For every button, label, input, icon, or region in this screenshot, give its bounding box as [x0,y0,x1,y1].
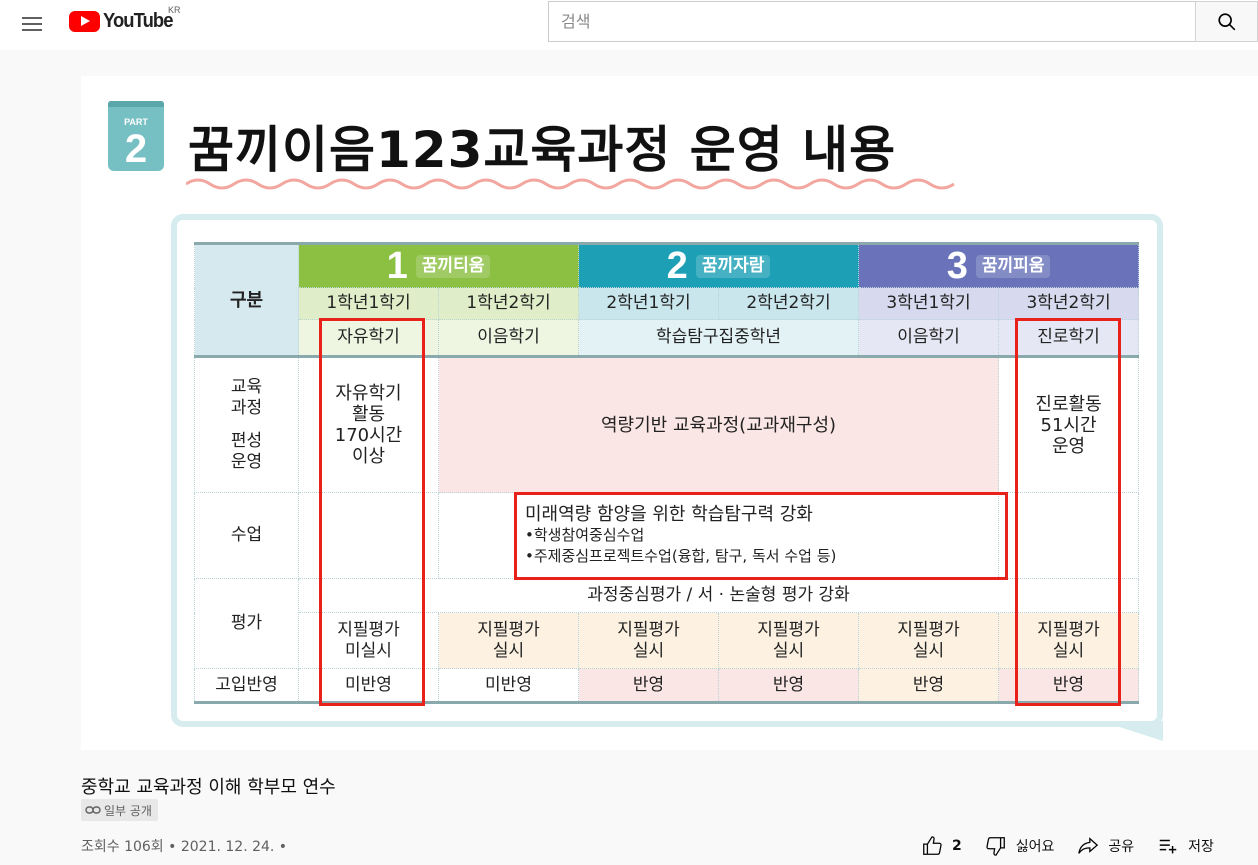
thumbs-up-icon [923,836,942,855]
admission-cell: 반영 [718,668,860,704]
eval-cell: 지필평가 실시 [437,612,580,669]
semester-cell: 3학년1학기 [858,287,1000,320]
share-icon [1078,837,1099,854]
highlight-free-semester [319,318,425,706]
save-label: 저장 [1188,839,1214,855]
admission-cell: 반영 [578,668,720,704]
part-label: PART [124,117,148,127]
semester-cell: 1학년2학기 [437,287,580,320]
semester-type-cell: 학습탐구집중학년 [578,319,860,357]
semester-cell: 3학년2학기 [998,287,1140,320]
corner-label: 구분 [194,242,299,357]
part-number: 2 [124,127,148,171]
like-count: 2 [952,838,962,854]
eval-cell: 지필평가 실시 [858,612,1000,669]
video-title: 중학교 교육과정 이해 학부모 연수 [81,777,336,798]
logo-text: YouTube [103,9,173,32]
wave-underline [186,178,955,190]
dislike-button[interactable]: 싫어요 [984,835,1055,857]
share-label: 공유 [1108,839,1135,855]
grade-1-header: 1 꿈끼티움 [297,242,580,288]
slide: PART 2 꿈끼이음123교육과정 운영 내용 구분 1 꿈끼티움 2 꿈끼자람 … [81,76,1258,750]
semester-cell: 1학년1학기 [298,287,439,320]
frame-tail [1101,721,1163,741]
highlight-class-content [514,492,1008,580]
admission-cell: 반영 [858,668,1000,704]
video-player[interactable]: PART 2 꿈끼이음123교육과정 운영 내용 구분 1 꿈끼티움 2 꿈끼자람 … [81,76,1258,750]
admission-cell: 미반영 [437,668,580,704]
playlist-add-icon [1159,839,1177,854]
privacy-label: 일부 공개 [104,803,152,818]
eval-cell: 지필평가 실시 [718,612,860,669]
semester-type-cell: 이음학기 [437,319,580,357]
semester-type-cell: 이음학기 [858,319,1000,357]
eval-cell: 지필평가 실시 [578,612,720,669]
country-code: KR [168,5,181,15]
video-meta: 조회수 106회 • 2021. 12. 24. • [81,839,288,855]
search-input[interactable] [548,1,1196,42]
share-button[interactable]: 공유 [1076,835,1134,857]
semester-cell: 2학년2학기 [718,287,860,320]
row-label-admission: 고입반영 [194,668,299,704]
masthead: YouTube KR [0,0,1258,50]
competency-curriculum: 역량기반 교육과정(교과재구성) [437,355,1000,493]
youtube-play-icon [69,10,100,32]
row-label-curriculum: 교육 과정 편성 운영 [194,355,299,493]
save-button[interactable]: 저장 [1156,835,1214,857]
search-button[interactable] [1195,1,1258,42]
dislike-label: 싫어요 [1015,839,1055,855]
part-badge: PART 2 [108,101,164,171]
row-label-class: 수업 [194,492,299,579]
slide-title: 꿈끼이음123교육과정 운영 내용 [188,121,897,179]
action-bar: 2 싫어요 공유 저장 [920,834,1236,858]
like-button[interactable]: 2 [920,835,962,857]
grade-2-header: 2 꿈끼자람 [578,242,860,288]
privacy-badge: 일부 공개 [81,799,158,821]
grade-3-header: 3 꿈끼피움 [858,242,1140,288]
link-icon [85,806,101,814]
highlight-career-semester [1015,318,1121,706]
row-label-eval: 평가 [194,578,299,669]
youtube-logo[interactable]: YouTube [69,9,179,33]
search-icon [1217,12,1235,30]
thumbs-down-icon [986,837,1005,856]
menu-icon[interactable] [20,12,44,36]
semester-cell: 2학년1학기 [578,287,720,320]
